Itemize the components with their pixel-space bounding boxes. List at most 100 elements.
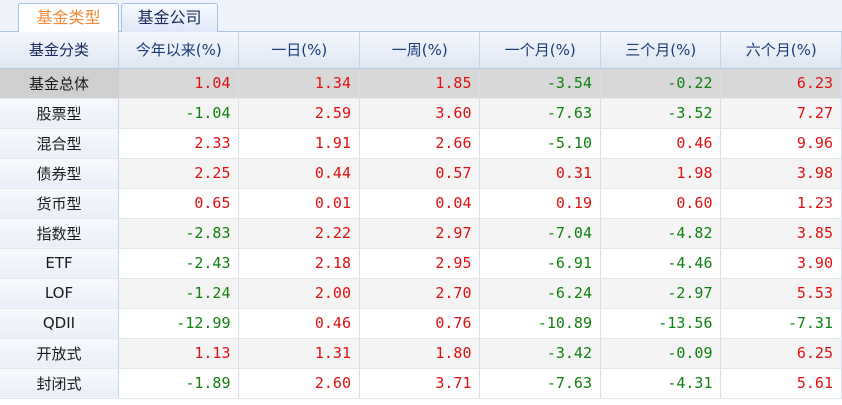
return-cell[interactable]: 3.85 bbox=[720, 218, 842, 249]
return-cell[interactable]: 3.98 bbox=[720, 158, 842, 189]
return-cell[interactable]: 2.66 bbox=[359, 128, 481, 159]
row-category-name[interactable]: 货币型 bbox=[0, 188, 119, 219]
return-cell[interactable]: -5.10 bbox=[479, 128, 601, 159]
return-cell[interactable]: 0.04 bbox=[359, 188, 481, 219]
return-cell[interactable]: 0.31 bbox=[479, 158, 601, 189]
return-cell[interactable]: 0.01 bbox=[238, 188, 360, 219]
return-cell[interactable]: 0.44 bbox=[238, 158, 360, 189]
return-cell[interactable]: -2.43 bbox=[118, 248, 240, 279]
return-cell[interactable]: 2.59 bbox=[238, 98, 360, 129]
return-cell[interactable]: -4.46 bbox=[600, 248, 722, 279]
table-row[interactable]: 基金总体 1.04 1.34 1.85 -3.54 -0.22 6.23 bbox=[0, 68, 842, 99]
row-category-name[interactable]: LOF bbox=[0, 278, 119, 309]
return-cell[interactable]: -13.56 bbox=[600, 308, 722, 339]
return-cell[interactable]: -2.83 bbox=[118, 218, 240, 249]
row-category-name[interactable]: 指数型 bbox=[0, 218, 119, 249]
return-cell[interactable]: -7.63 bbox=[479, 368, 601, 399]
column-header-6m[interactable]: 六个月(%) bbox=[720, 32, 842, 69]
return-cell[interactable]: -7.31 bbox=[720, 308, 842, 339]
return-cell[interactable]: 0.65 bbox=[118, 188, 240, 219]
column-header-1m[interactable]: 一个月(%) bbox=[479, 32, 601, 69]
return-cell[interactable]: -3.42 bbox=[479, 338, 601, 369]
return-cell[interactable]: -0.22 bbox=[600, 68, 722, 99]
return-cell[interactable]: 1.34 bbox=[238, 68, 360, 99]
return-cell[interactable]: 2.18 bbox=[238, 248, 360, 279]
return-cell[interactable]: 1.31 bbox=[238, 338, 360, 369]
return-cell[interactable]: 9.96 bbox=[720, 128, 842, 159]
return-cell[interactable]: -3.54 bbox=[479, 68, 601, 99]
return-cell[interactable]: -0.09 bbox=[600, 338, 722, 369]
return-cell[interactable]: -12.99 bbox=[118, 308, 240, 339]
return-cell[interactable]: 7.27 bbox=[720, 98, 842, 129]
return-cell[interactable]: 2.33 bbox=[118, 128, 240, 159]
return-cell[interactable]: 3.71 bbox=[359, 368, 481, 399]
row-category-name[interactable]: 封闭式 bbox=[0, 368, 119, 399]
column-header-1w[interactable]: 一周(%) bbox=[359, 32, 481, 69]
row-category-name[interactable]: QDII bbox=[0, 308, 119, 339]
fund-returns-table: 基金分类 今年以来(%) 一日(%) 一周(%) 一个月(%) 三个月(%) 六… bbox=[0, 32, 842, 399]
return-cell[interactable]: 0.46 bbox=[238, 308, 360, 339]
return-cell[interactable]: -10.89 bbox=[479, 308, 601, 339]
return-cell[interactable]: -7.63 bbox=[479, 98, 601, 129]
header-row: 基金分类 今年以来(%) 一日(%) 一周(%) 一个月(%) 三个月(%) 六… bbox=[0, 32, 842, 69]
return-cell[interactable]: 1.04 bbox=[118, 68, 240, 99]
table-row[interactable]: 开放式 1.13 1.31 1.80 -3.42 -0.09 6.25 bbox=[0, 338, 842, 369]
row-category-name[interactable]: ETF bbox=[0, 248, 119, 279]
return-cell[interactable]: 2.25 bbox=[118, 158, 240, 189]
return-cell[interactable]: -2.97 bbox=[600, 278, 722, 309]
return-cell[interactable]: 3.60 bbox=[359, 98, 481, 129]
return-cell[interactable]: -4.31 bbox=[600, 368, 722, 399]
return-cell[interactable]: -7.04 bbox=[479, 218, 601, 249]
column-header-1d[interactable]: 一日(%) bbox=[238, 32, 360, 69]
table-row[interactable]: ETF -2.43 2.18 2.95 -6.91 -4.46 3.90 bbox=[0, 248, 842, 279]
table-row[interactable]: 货币型 0.65 0.01 0.04 0.19 0.60 1.23 bbox=[0, 188, 842, 219]
return-cell[interactable]: 1.98 bbox=[600, 158, 722, 189]
tab-fund-company[interactable]: 基金公司 bbox=[121, 3, 218, 32]
table-row[interactable]: 混合型 2.33 1.91 2.66 -5.10 0.46 9.96 bbox=[0, 128, 842, 159]
return-cell[interactable]: 2.22 bbox=[238, 218, 360, 249]
return-cell[interactable]: 1.85 bbox=[359, 68, 481, 99]
return-cell[interactable]: 0.60 bbox=[600, 188, 722, 219]
row-category-name[interactable]: 股票型 bbox=[0, 98, 119, 129]
return-cell[interactable]: 5.61 bbox=[720, 368, 842, 399]
tab-fund-type[interactable]: 基金类型 bbox=[18, 3, 119, 33]
row-category-name[interactable]: 开放式 bbox=[0, 338, 119, 369]
return-cell[interactable]: 2.95 bbox=[359, 248, 481, 279]
return-cell[interactable]: 6.25 bbox=[720, 338, 842, 369]
return-cell[interactable]: -1.89 bbox=[118, 368, 240, 399]
column-header-ytd[interactable]: 今年以来(%) bbox=[118, 32, 240, 69]
column-header-category[interactable]: 基金分类 bbox=[0, 32, 119, 69]
return-cell[interactable]: 1.13 bbox=[118, 338, 240, 369]
return-cell[interactable]: 2.60 bbox=[238, 368, 360, 399]
table-row[interactable]: LOF -1.24 2.00 2.70 -6.24 -2.97 5.53 bbox=[0, 278, 842, 309]
tab-bar: 基金类型 基金公司 bbox=[0, 0, 842, 33]
return-cell[interactable]: -6.24 bbox=[479, 278, 601, 309]
row-category-name[interactable]: 基金总体 bbox=[0, 68, 119, 99]
return-cell[interactable]: -1.24 bbox=[118, 278, 240, 309]
return-cell[interactable]: 0.76 bbox=[359, 308, 481, 339]
row-category-name[interactable]: 混合型 bbox=[0, 128, 119, 159]
return-cell[interactable]: 0.46 bbox=[600, 128, 722, 159]
return-cell[interactable]: 1.80 bbox=[359, 338, 481, 369]
table-row[interactable]: 封闭式 -1.89 2.60 3.71 -7.63 -4.31 5.61 bbox=[0, 368, 842, 399]
return-cell[interactable]: 0.57 bbox=[359, 158, 481, 189]
return-cell[interactable]: 6.23 bbox=[720, 68, 842, 99]
return-cell[interactable]: -1.04 bbox=[118, 98, 240, 129]
return-cell[interactable]: 1.23 bbox=[720, 188, 842, 219]
column-header-3m[interactable]: 三个月(%) bbox=[600, 32, 722, 69]
return-cell[interactable]: 2.70 bbox=[359, 278, 481, 309]
table-row[interactable]: QDII -12.99 0.46 0.76 -10.89 -13.56 -7.31 bbox=[0, 308, 842, 339]
return-cell[interactable]: 2.97 bbox=[359, 218, 481, 249]
table-row[interactable]: 债券型 2.25 0.44 0.57 0.31 1.98 3.98 bbox=[0, 158, 842, 189]
table-row[interactable]: 股票型 -1.04 2.59 3.60 -7.63 -3.52 7.27 bbox=[0, 98, 842, 129]
return-cell[interactable]: 0.19 bbox=[479, 188, 601, 219]
return-cell[interactable]: 3.90 bbox=[720, 248, 842, 279]
return-cell[interactable]: -3.52 bbox=[600, 98, 722, 129]
return-cell[interactable]: 2.00 bbox=[238, 278, 360, 309]
row-category-name[interactable]: 债券型 bbox=[0, 158, 119, 189]
return-cell[interactable]: 1.91 bbox=[238, 128, 360, 159]
return-cell[interactable]: -4.82 bbox=[600, 218, 722, 249]
return-cell[interactable]: -6.91 bbox=[479, 248, 601, 279]
return-cell[interactable]: 5.53 bbox=[720, 278, 842, 309]
table-row[interactable]: 指数型 -2.83 2.22 2.97 -7.04 -4.82 3.85 bbox=[0, 218, 842, 249]
